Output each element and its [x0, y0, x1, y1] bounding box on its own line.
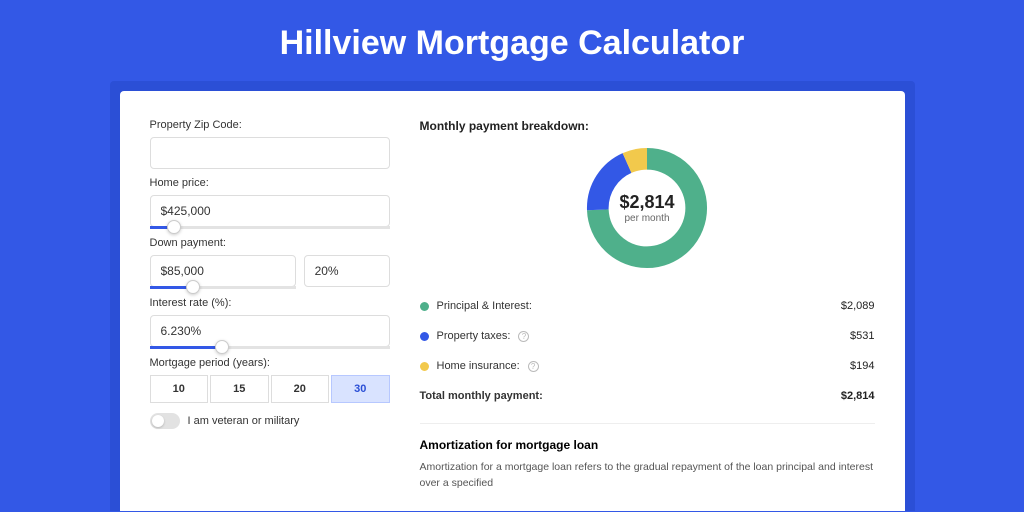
info-icon[interactable]: ?	[528, 361, 539, 372]
down-payment-input[interactable]	[150, 255, 296, 287]
interest-slider[interactable]	[150, 346, 390, 349]
amortization-title: Amortization for mortgage loan	[420, 438, 875, 452]
down-payment-slider[interactable]	[150, 286, 296, 289]
period-option-30[interactable]: 30	[331, 375, 390, 403]
amortization-text: Amortization for a mortgage loan refers …	[420, 460, 875, 492]
legend-label: Home insurance:	[437, 360, 520, 372]
total-value: $2,814	[841, 390, 875, 402]
donut-value: $2,814	[619, 192, 674, 213]
info-icon[interactable]: ?	[518, 331, 529, 342]
interest-label: Interest rate (%):	[150, 297, 390, 309]
card-outer: Property Zip Code: Home price: Down paym…	[110, 81, 915, 511]
legend-value: $2,089	[841, 300, 875, 312]
zip-input[interactable]	[150, 137, 390, 169]
interest-input[interactable]	[150, 315, 390, 347]
down-payment-label: Down payment:	[150, 237, 390, 249]
legend-value: $194	[850, 360, 874, 372]
field-interest: Interest rate (%):	[150, 297, 390, 349]
donut-chart-wrap: $2,814 per month	[420, 143, 875, 273]
donut-chart: $2,814 per month	[582, 143, 712, 273]
legend-label: Property taxes:	[437, 330, 511, 342]
field-zip: Property Zip Code:	[150, 119, 390, 169]
slider-thumb-icon[interactable]	[215, 340, 229, 354]
veteran-toggle[interactable]	[150, 413, 180, 429]
slider-thumb-icon[interactable]	[186, 280, 200, 294]
total-label: Total monthly payment:	[420, 390, 543, 402]
legend-row-insurance: Home insurance: ? $194	[420, 351, 875, 381]
slider-thumb-icon[interactable]	[167, 220, 181, 234]
breakdown-panel: Monthly payment breakdown: $2,814 per mo…	[420, 119, 875, 511]
veteran-label: I am veteran or military	[188, 415, 300, 427]
legend-label: Principal & Interest:	[437, 300, 532, 312]
home-price-input[interactable]	[150, 195, 390, 227]
period-label: Mortgage period (years):	[150, 357, 390, 369]
dot-icon	[420, 302, 429, 311]
dot-icon	[420, 362, 429, 371]
field-period: Mortgage period (years): 10 15 20 30	[150, 357, 390, 403]
period-button-group: 10 15 20 30	[150, 375, 390, 403]
legend-value: $531	[850, 330, 874, 342]
divider	[420, 423, 875, 424]
legend-row-principal: Principal & Interest: $2,089	[420, 291, 875, 321]
home-price-slider[interactable]	[150, 226, 390, 229]
period-option-15[interactable]: 15	[210, 375, 269, 403]
zip-label: Property Zip Code:	[150, 119, 390, 131]
donut-center: $2,814 per month	[582, 143, 712, 273]
period-option-10[interactable]: 10	[150, 375, 209, 403]
calculator-card: Property Zip Code: Home price: Down paym…	[120, 91, 905, 511]
legend-row-taxes: Property taxes: ? $531	[420, 321, 875, 351]
form-panel: Property Zip Code: Home price: Down paym…	[150, 119, 390, 511]
page-title: Hillview Mortgage Calculator	[0, 0, 1024, 81]
down-payment-pct-input[interactable]	[304, 255, 390, 287]
donut-sub: per month	[624, 213, 669, 224]
legend-row-total: Total monthly payment: $2,814	[420, 381, 875, 411]
field-home-price: Home price:	[150, 177, 390, 229]
dot-icon	[420, 332, 429, 341]
breakdown-title: Monthly payment breakdown:	[420, 119, 875, 133]
veteran-toggle-row: I am veteran or military	[150, 413, 390, 429]
period-option-20[interactable]: 20	[271, 375, 330, 403]
toggle-knob-icon	[152, 415, 164, 427]
field-down-payment: Down payment:	[150, 237, 390, 289]
home-price-label: Home price:	[150, 177, 390, 189]
